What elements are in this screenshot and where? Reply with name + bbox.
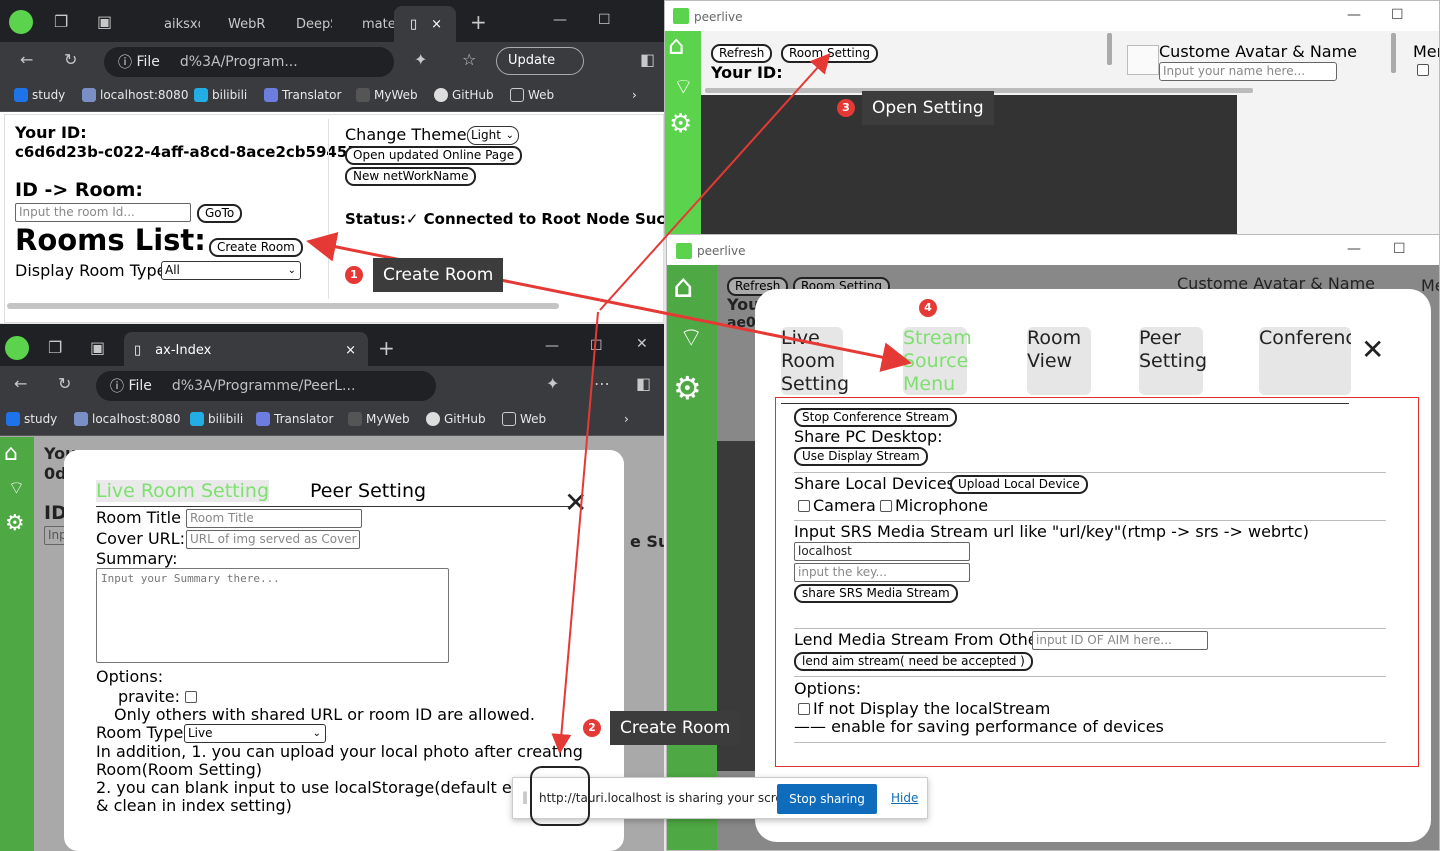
annotation-badge-2: 2 (583, 719, 601, 737)
annotation-badge-1: 1 (345, 266, 363, 284)
annotation-callout-2: Create Room (610, 711, 741, 745)
annotation-badge-4: 4 (919, 299, 937, 317)
arrow-to-share-create (551, 311, 599, 754)
arrow-to-room-setting (599, 53, 831, 311)
arrow-to-stream-source (599, 298, 912, 372)
annotation-badge-3: 3 (837, 99, 855, 117)
annotation-callout-3: Open Setting (862, 91, 994, 125)
annotation-callout-1: Create Room (373, 258, 504, 292)
